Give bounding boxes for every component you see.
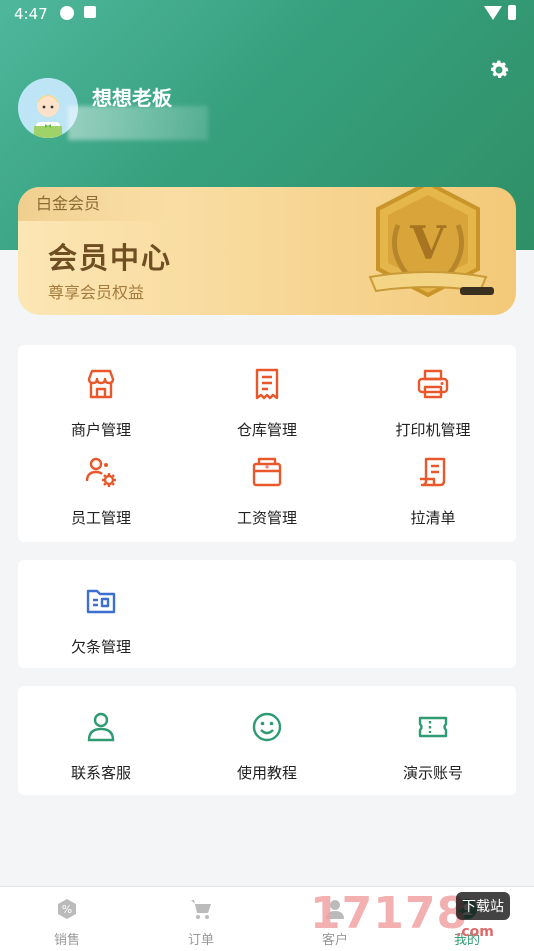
grid-item-label: 商户管理 [70,421,131,439]
vip-title: 会员中心 [48,241,173,275]
grid-item-iou[interactable]: 欠条管理 [18,584,184,657]
grid-item-label: 员工管理 [70,509,131,527]
grid-item-label: 打印机管理 [395,421,471,439]
grid-item-label: 欠条管理 [70,638,131,656]
grid-item-demo-account[interactable]: 演示账号 [350,710,516,783]
grid-item-label: 工资管理 [236,509,297,527]
support-card: 联系客服 使用教程 演示账号 [18,686,516,795]
svg-text:¥: ¥ [265,463,270,471]
status-bar: 4:47 [0,0,534,28]
keyboard-notification-icon [84,6,96,18]
tab-sales[interactable]: % 销售 [0,897,134,948]
person-icon [87,712,115,742]
app-notification-icon [60,6,74,20]
folder-icon [86,589,116,614]
grid-item-label: 联系客服 [70,764,131,782]
staff-icon [85,457,116,487]
vip-level-tag: 白金会员 [18,187,176,221]
grid-item-contact[interactable]: 联系客服 [18,710,184,783]
vip-badge-icon: V [368,187,494,298]
salary-icon: ¥ [252,457,282,487]
vip-center-banner[interactable]: 白金会员 会员中心 尊享会员权益 V [18,187,516,315]
list-icon [420,457,446,487]
printer-icon [417,369,449,399]
watermark-site: 下载站 [456,892,510,920]
wifi-icon [484,6,502,20]
store-icon [87,369,115,399]
smile-icon [252,712,282,742]
vip-subtitle: 尊享会员权益 [48,283,145,302]
management-card: 商户管理 仓库管理 打印机管理 员工管理 ¥ 工资管理 拉清单 [18,345,516,542]
watermark-number: 17178 [310,888,469,939]
iou-card: 欠条管理 [18,560,516,668]
percent-icon: % [58,899,76,919]
svg-text:%: % [62,903,72,916]
tab-label: 销售 [53,933,80,948]
battery-icon [508,5,516,20]
grid-item-merchant[interactable]: 商户管理 [18,367,184,440]
grid-item-checklist[interactable]: 拉清单 [350,455,516,528]
tab-orders[interactable]: 订单 [134,897,268,948]
vip-badge-letter: V [409,216,447,270]
watermark-domain: .com [456,924,494,940]
grid-item-staff[interactable]: 员工管理 [18,455,184,528]
grid-item-label: 演示账号 [402,764,463,782]
grid-item-label: 仓库管理 [236,421,297,439]
grid-item-printer[interactable]: 打印机管理 [350,367,516,440]
ticket-icon [418,716,448,738]
grid-item-salary[interactable]: ¥ 工资管理 [184,455,350,528]
cart-icon [191,900,211,919]
blurred-account-info [68,106,208,140]
receipt-icon [255,368,279,400]
grid-item-label: 拉清单 [410,509,456,527]
grid-item-label: 使用教程 [236,764,297,782]
tab-label: 订单 [187,933,214,948]
status-time: 4:47 [14,5,48,23]
grid-item-warehouse[interactable]: 仓库管理 [184,367,350,440]
grid-item-tutorial[interactable]: 使用教程 [184,710,350,783]
settings-gear-icon[interactable] [487,58,511,82]
